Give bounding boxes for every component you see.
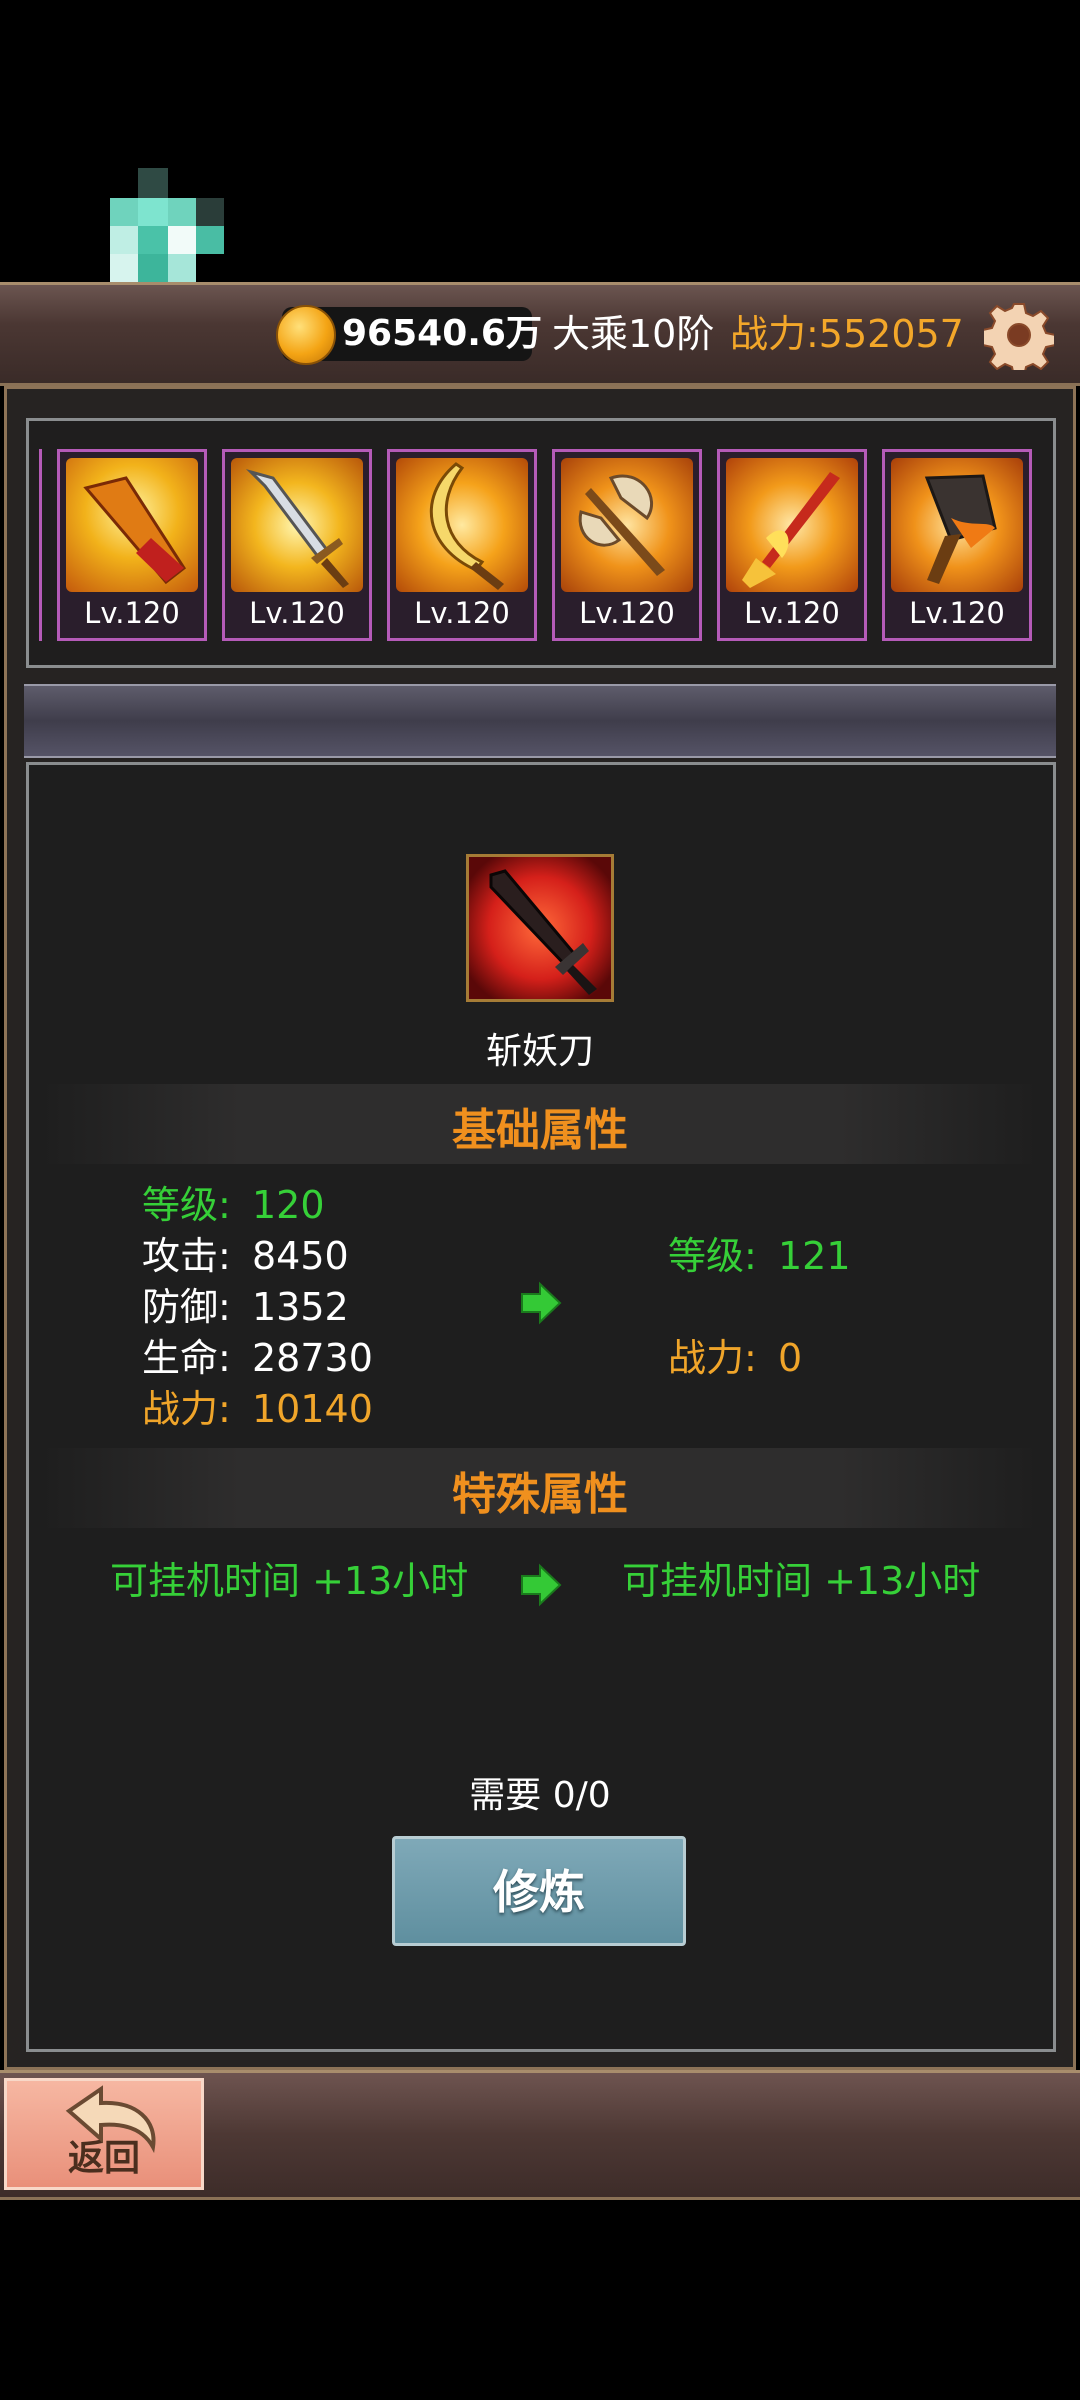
slot-level: Lv.120: [744, 596, 840, 630]
current-power-label: 战力:: [142, 1387, 231, 1431]
horn-icon: [66, 458, 198, 592]
back-button-label: 返回: [67, 2137, 140, 2179]
war-hammer-icon: [891, 458, 1023, 592]
next-power-value: 0: [778, 1336, 803, 1380]
equipment-slot[interactable]: Lv.120: [57, 449, 207, 641]
slot-partial[interactable]: [30, 449, 42, 641]
slot-level: Lv.120: [909, 596, 1005, 630]
item-name: 斩妖刀: [485, 1031, 594, 1072]
train-button-label[interactable]: 修炼: [392, 1856, 686, 1922]
slot-level: Lv.120: [84, 596, 180, 630]
decorative-banner: [24, 684, 1056, 758]
item-icon-frame: [466, 854, 614, 1002]
currency-value: 96540.6万: [342, 313, 542, 354]
special-next: 可挂机时间 +13小时: [622, 1559, 981, 1603]
battle-axe-icon: [561, 458, 693, 592]
cultivation-realm: 大乘10阶: [552, 312, 715, 356]
back-button[interactable]: 返回: [4, 2078, 204, 2190]
basic-attributes-title: 基础属性: [452, 1105, 628, 1156]
hp-label: 生命:: [142, 1336, 231, 1380]
equipment-slot[interactable]: Lv.120: [552, 449, 702, 641]
slot-level: Lv.120: [579, 596, 675, 630]
defense-value: 1352: [252, 1285, 349, 1329]
gold-coin-icon: [276, 305, 336, 365]
total-combat-power: 战力:552057: [730, 312, 964, 356]
special-attributes-title: 特殊属性: [452, 1469, 628, 1520]
next-level-label: 等级:: [668, 1234, 757, 1278]
fire-spear-icon: [726, 458, 858, 592]
gear-icon[interactable]: [984, 300, 1054, 370]
sword-icon: [231, 458, 363, 592]
equipment-slot[interactable]: Lv.120: [882, 449, 1032, 641]
equipment-slot[interactable]: Lv.120: [387, 449, 537, 641]
next-level-value: 121: [778, 1234, 851, 1278]
arrow-right-icon: [521, 1563, 562, 1607]
slot-level: Lv.120: [249, 596, 345, 630]
demon-slaying-blade-icon: [469, 857, 611, 999]
current-power-value: 10140: [252, 1387, 373, 1431]
defense-label: 防御:: [142, 1285, 231, 1329]
hp-value: 28730: [252, 1336, 373, 1380]
current-level-label: 等级:: [142, 1183, 231, 1227]
curved-blade-icon: [396, 458, 528, 592]
material-requirement: 需要 0/0: [469, 1775, 611, 1816]
next-power-label: 战力:: [668, 1336, 757, 1380]
arrow-right-icon: [521, 1281, 562, 1325]
attack-label: 攻击:: [142, 1234, 231, 1278]
equipment-slot[interactable]: Lv.120: [717, 449, 867, 641]
current-level-value: 120: [252, 1183, 325, 1227]
equipment-slot[interactable]: Lv.120: [222, 449, 372, 641]
slot-level: Lv.120: [414, 596, 510, 630]
special-current: 可挂机时间 +13小时: [110, 1559, 469, 1603]
attack-value: 8450: [252, 1234, 349, 1278]
